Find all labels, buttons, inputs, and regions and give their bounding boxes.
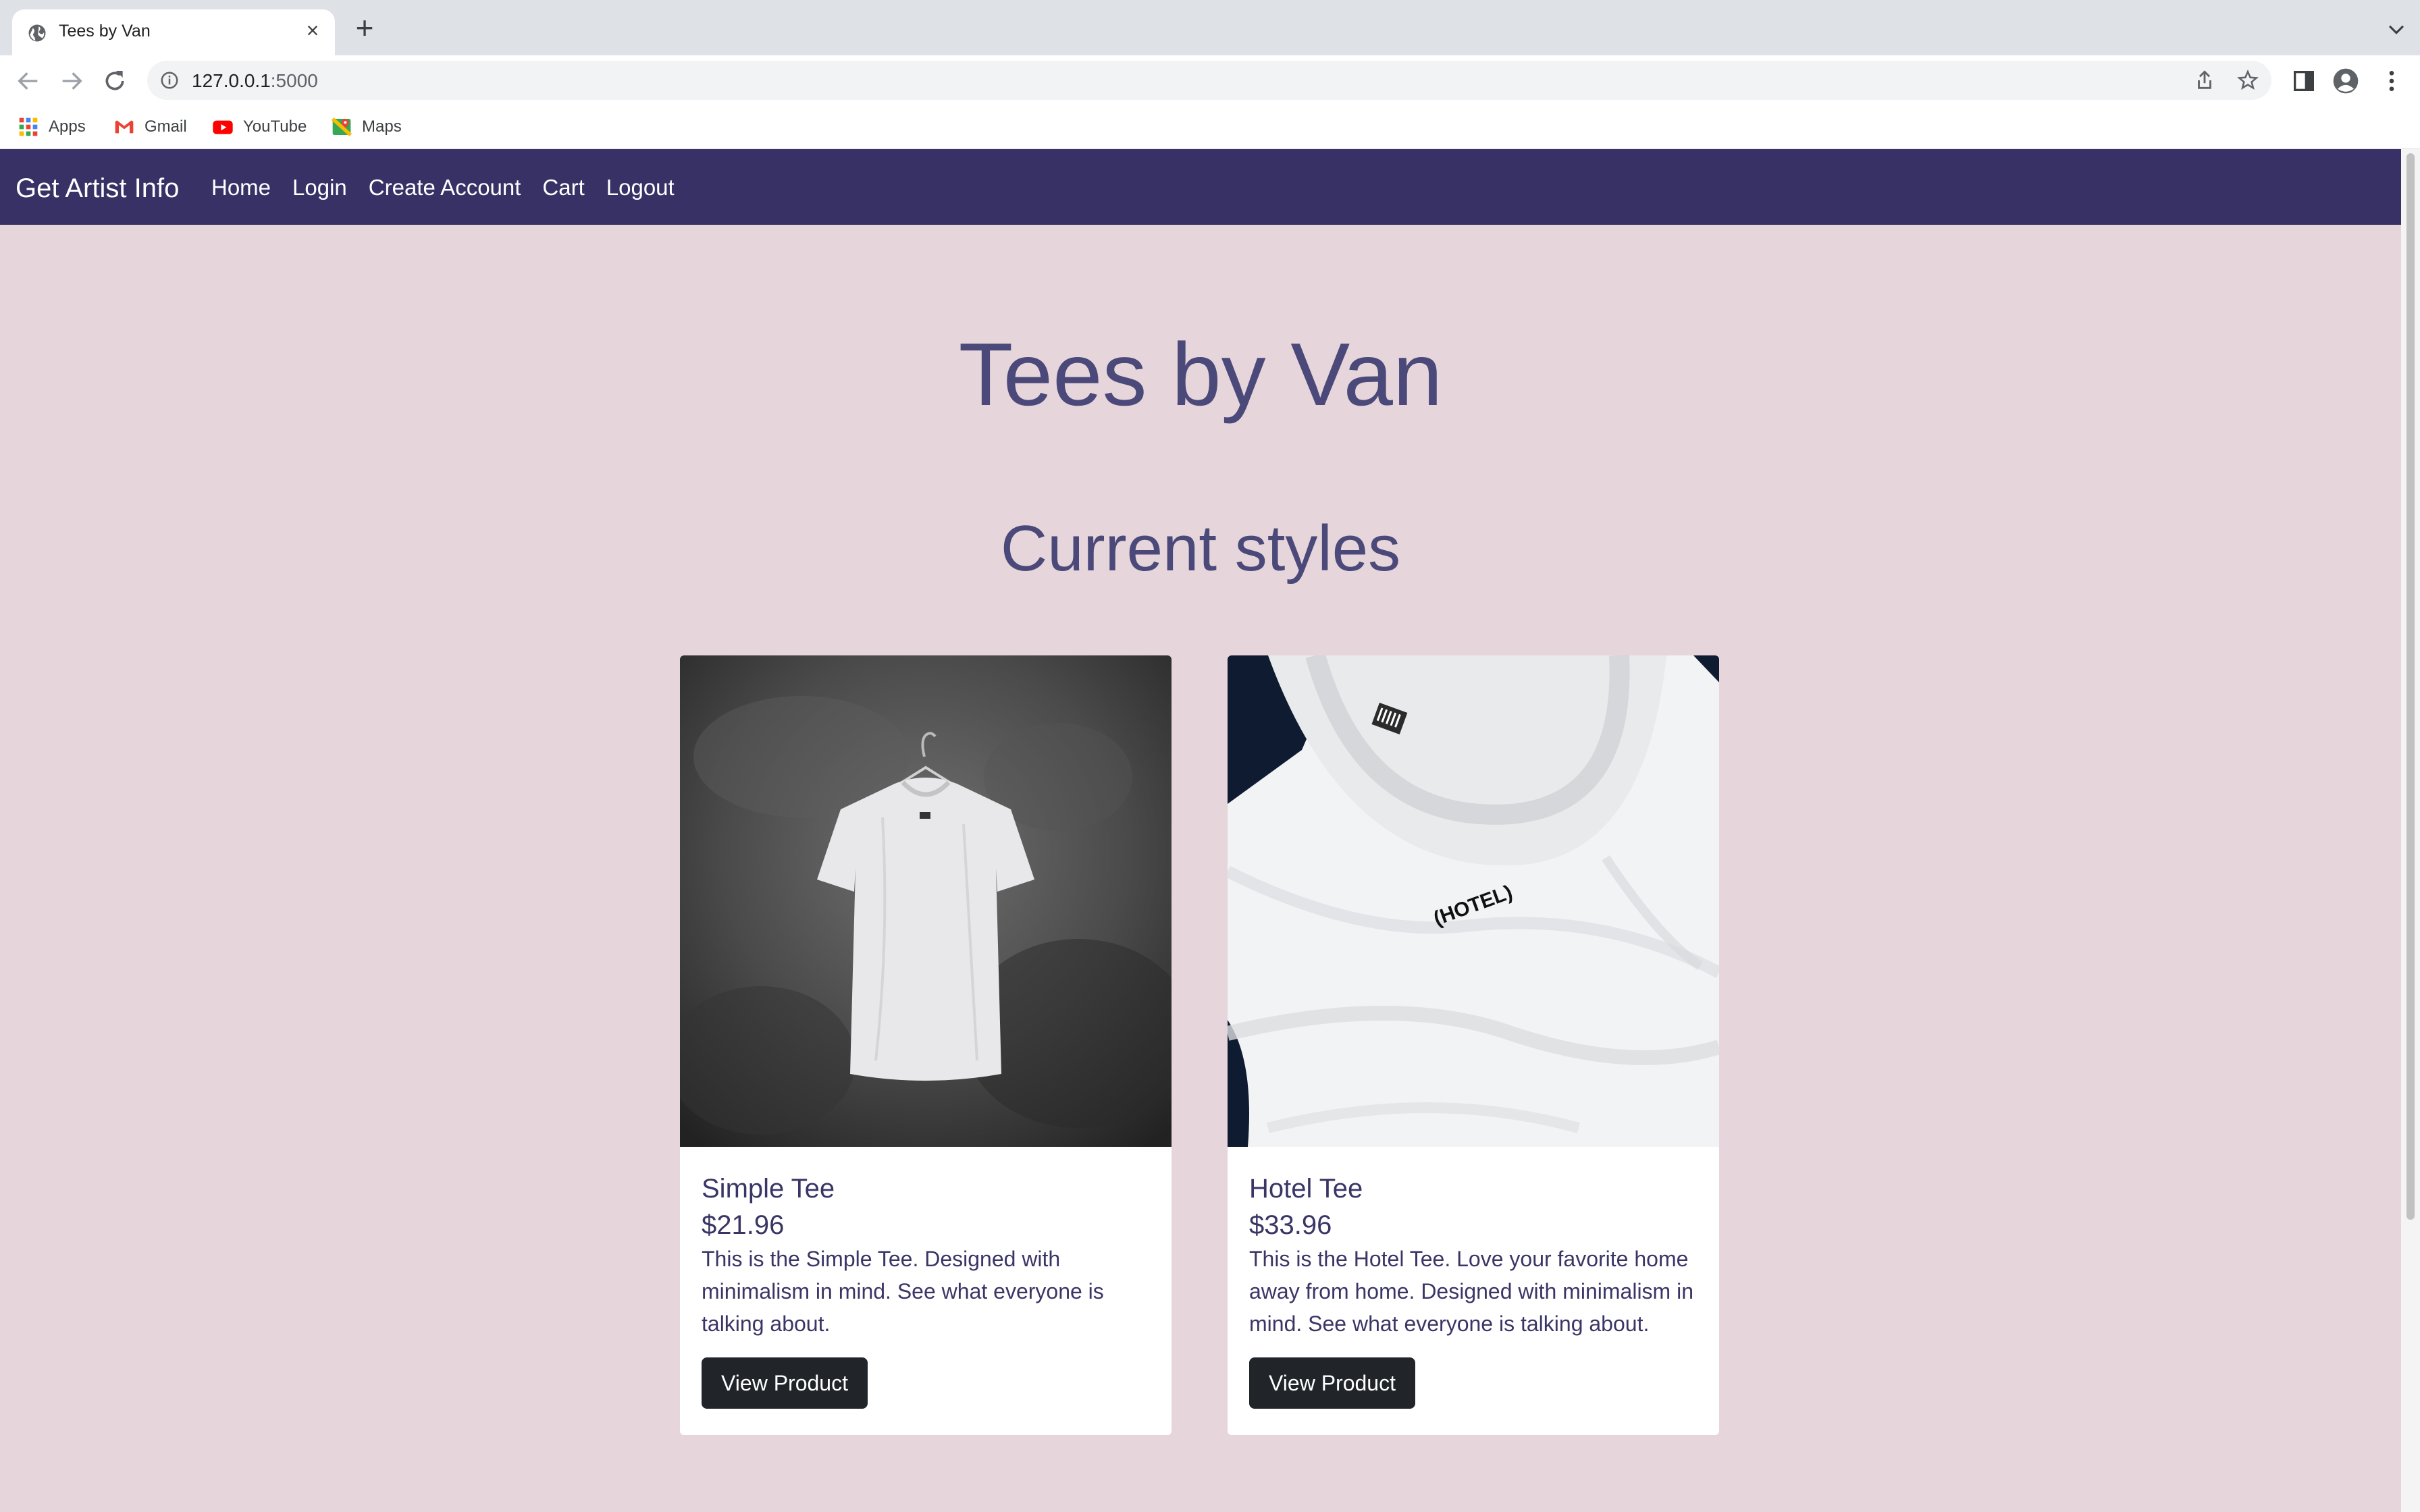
reload-icon[interactable] (101, 68, 128, 94)
bookmark-label: Apps (49, 117, 86, 136)
bookmark-label: Gmail (144, 117, 187, 136)
product-description: This is the Simple Tee. Designed with mi… (702, 1247, 1104, 1336)
product-card-hotel-tee: (HOTEL) Hotel Tee $33.96 This is the Hot… (1228, 655, 1719, 1435)
view-product-button[interactable]: View Product (1249, 1357, 1415, 1409)
tab-title: Tees by Van (59, 22, 151, 40)
page-scrollbar[interactable] (2401, 149, 2420, 1512)
bookmark-maps[interactable]: Maps (331, 115, 402, 139)
nav-link-create-account[interactable]: Create Account (369, 175, 521, 200)
browser-toolbar: 127.0.0.1:5000 (0, 55, 2420, 107)
nav-link-cart[interactable]: Cart (542, 175, 584, 200)
product-name: Simple Tee (702, 1174, 835, 1204)
nav-link-home[interactable]: Home (211, 175, 271, 200)
section-heading: Current styles (1000, 512, 1401, 585)
new-tab-icon[interactable]: + (351, 12, 378, 43)
close-tab-icon[interactable]: × (301, 19, 324, 42)
bookmark-apps[interactable]: Apps (18, 115, 86, 139)
product-price: $21.96 (702, 1210, 785, 1240)
globe-icon (28, 24, 46, 42)
product-image-hotel-tee: (HOTEL) (1228, 655, 1719, 1147)
bookmark-star-icon[interactable] (2236, 69, 2259, 92)
browser-tab[interactable]: Tees by Van × (12, 9, 335, 55)
product-name: Hotel Tee (1249, 1174, 1363, 1204)
url-text: 127.0.0.1:5000 (192, 70, 318, 91)
gmail-icon (115, 120, 134, 134)
back-arrow-icon[interactable] (15, 68, 42, 94)
bookmark-label: Maps (362, 117, 402, 136)
profile-avatar-icon[interactable] (2332, 68, 2359, 94)
nav-link-logout[interactable]: Logout (606, 175, 675, 200)
side-panel-icon[interactable] (2290, 68, 2317, 94)
site-info-icon[interactable] (159, 70, 180, 90)
chevron-down-icon[interactable] (2385, 18, 2408, 40)
product-card-simple-tee: Simple Tee $21.96 This is the Simple Tee… (680, 655, 1172, 1435)
product-description: This is the Hotel Tee. Love your favorit… (1249, 1247, 1693, 1336)
view-product-button[interactable]: View Product (702, 1357, 868, 1409)
bookmark-gmail[interactable]: Gmail (113, 115, 187, 139)
site-navbar: Get Artist Info Home Login Create Accoun… (0, 149, 2401, 225)
maps-icon (331, 117, 352, 136)
apps-grid-icon (19, 117, 38, 136)
bookmark-youtube[interactable]: YouTube (212, 115, 307, 139)
bookmark-label: YouTube (243, 117, 307, 136)
navbar-brand[interactable]: Get Artist Info (16, 173, 179, 204)
more-menu-icon[interactable] (2378, 68, 2405, 94)
page-title: Tees by Van (958, 325, 1443, 424)
youtube-icon (213, 120, 233, 134)
share-icon[interactable] (2193, 69, 2216, 92)
nav-link-login[interactable]: Login (292, 175, 347, 200)
forward-arrow-icon[interactable] (58, 68, 85, 94)
bookmarks-bar: Apps Gmail YouTube Maps (0, 107, 2420, 149)
product-image-simple-tee (680, 655, 1172, 1147)
page-content: Get Artist Info Home Login Create Accoun… (0, 149, 2401, 1512)
address-bar[interactable]: 127.0.0.1:5000 (147, 61, 2271, 100)
scrollbar-thumb[interactable] (2406, 153, 2415, 1220)
product-price: $33.96 (1249, 1210, 1332, 1240)
navbar-links: Home Login Create Account Cart Logout (211, 175, 675, 200)
browser-tab-strip: Tees by Van × + (0, 0, 2420, 55)
